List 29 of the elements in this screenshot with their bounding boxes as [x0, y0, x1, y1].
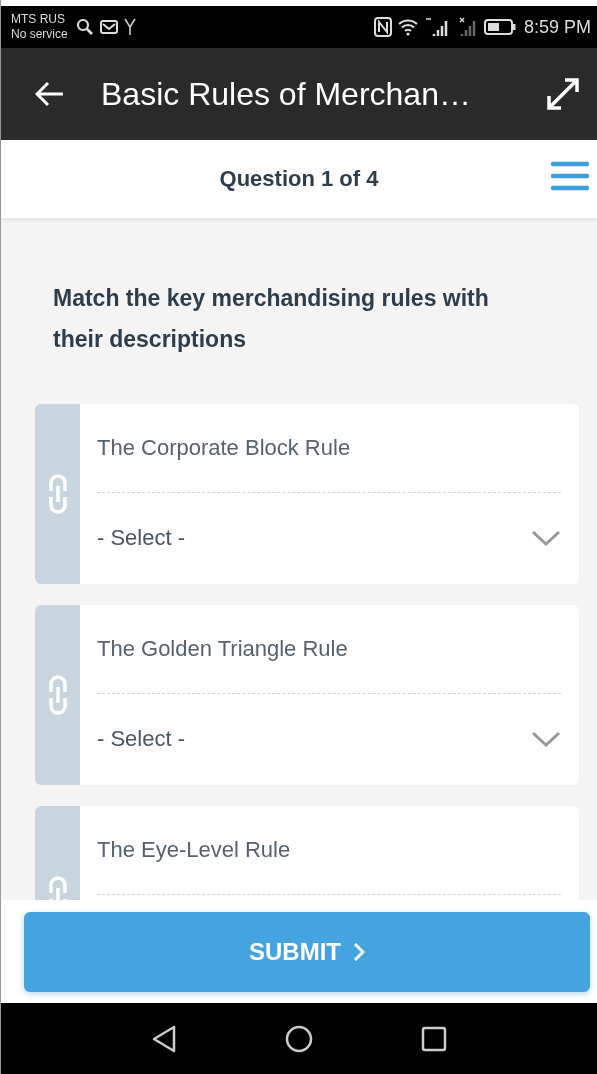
- link-icon: [47, 473, 68, 515]
- link-icon: [47, 674, 68, 716]
- antenna-icon: [123, 18, 136, 36]
- mail-icon: [99, 20, 118, 34]
- service-status: No service: [11, 27, 68, 42]
- recents-icon[interactable]: [421, 1025, 447, 1052]
- menu-icon[interactable]: [551, 160, 589, 192]
- app-title: Basic Rules of Merchan…: [101, 75, 472, 113]
- question-counter: Question 1 of 4: [219, 166, 379, 192]
- back-icon[interactable]: [151, 1024, 177, 1053]
- chevron-down-icon: [531, 731, 561, 747]
- battery-icon: [483, 19, 516, 35]
- signal-icon: [423, 17, 450, 37]
- search-icon: [75, 18, 94, 36]
- description-dropdown[interactable]: - Select -: [97, 694, 561, 784]
- expand-icon[interactable]: [545, 76, 581, 112]
- chevron-down-icon: [531, 530, 561, 546]
- chevron-right-icon: [353, 941, 365, 962]
- status-time: 8:59 PM: [523, 16, 591, 38]
- home-icon[interactable]: [285, 1024, 313, 1053]
- wifi-icon: [397, 18, 418, 36]
- carrier-name: MTS RUS: [11, 12, 66, 27]
- rule-label: The Corporate Block Rule: [97, 434, 352, 462]
- rule-label: The Golden Triangle Rule: [97, 635, 349, 663]
- back-arrow-icon[interactable]: [35, 81, 65, 107]
- nfc-icon: [373, 17, 392, 37]
- question-text: Match the key merchandising rules with their descriptions: [53, 284, 490, 354]
- description-dropdown[interactable]: - Select -: [97, 493, 561, 583]
- rule-label: The Eye-Level Rule: [97, 836, 292, 864]
